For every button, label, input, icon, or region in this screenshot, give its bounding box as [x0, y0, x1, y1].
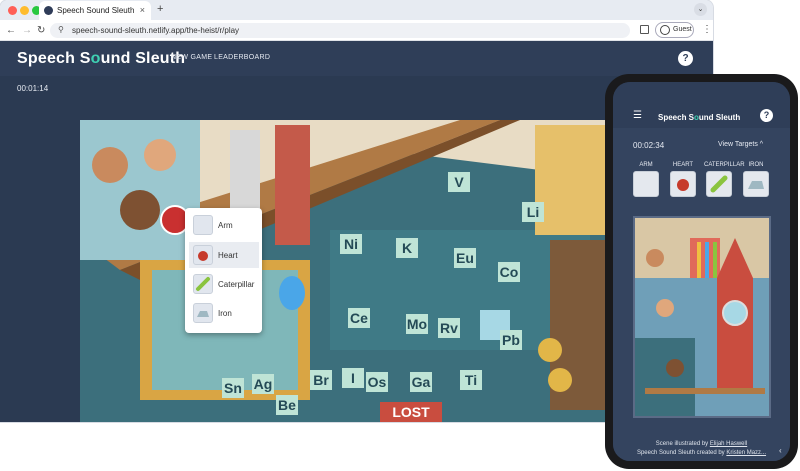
reload-icon[interactable]: ↻: [37, 25, 45, 36]
phone-game-timer: 00:02:34: [633, 141, 665, 150]
app-logo[interactable]: Speech Sound Sleuth: [17, 50, 185, 68]
popup-item-label: Caterpillar: [218, 280, 255, 289]
tile-text: I: [351, 370, 355, 386]
scene-illustration[interactable]: V Ni K Eu Co Li Ce Mo Rv Pb Sn Ag Br I O…: [80, 120, 620, 422]
arm-icon: [633, 171, 659, 197]
tab-close-icon[interactable]: ×: [140, 5, 145, 15]
caterpillar-icon: [193, 274, 213, 294]
tile-text: Co: [500, 264, 519, 280]
tab-title: Speech Sound Sleuth: [57, 6, 135, 15]
logo-text-start: Speech S: [658, 113, 695, 122]
phone-hidden-object-scene[interactable]: [633, 216, 771, 418]
tile-text: Ag: [254, 376, 273, 392]
app-header: Speech Sound Sleuth NEW GAME LEADERBOARD…: [0, 41, 713, 76]
side-panel-icon[interactable]: [640, 25, 649, 34]
tile-text: Mo: [407, 316, 427, 332]
phone-app-logo[interactable]: Speech Sound Sleuth: [658, 113, 740, 122]
logo-text-end: und Sleuth: [698, 113, 741, 122]
tile-text: Li: [527, 204, 539, 220]
phone-header: ☰ Speech Sound Sleuth ?: [613, 82, 790, 128]
heart-icon: [193, 245, 213, 265]
credit-creator-prefix: Speech Sound Sleuth created by: [636, 450, 727, 456]
profile-button[interactable]: Guest: [655, 22, 694, 38]
forward-icon[interactable]: →: [22, 25, 32, 36]
phone-scene-illustration[interactable]: [635, 218, 769, 416]
new-tab-button[interactable]: +: [157, 3, 163, 15]
tab-bar: Speech Sound Sleuth × + ⌄: [0, 0, 713, 20]
phone-help-button[interactable]: ?: [760, 109, 773, 122]
tile-text: Ni: [344, 236, 358, 252]
popup-item-label: Heart: [218, 251, 238, 260]
arm-icon: [193, 215, 213, 235]
popup-item-heart[interactable]: Heart: [189, 242, 259, 268]
popup-item-arm[interactable]: Arm: [189, 212, 259, 238]
tile-text: Br: [313, 372, 329, 388]
target-arm[interactable]: ARM: [631, 162, 661, 197]
profile-avatar-icon: [660, 25, 670, 35]
logo-text-start: Speech S: [17, 50, 91, 67]
tab-search-icon[interactable]: ⌄: [694, 3, 707, 16]
game-timer: 00:01:14: [17, 84, 49, 93]
nav-leaderboard[interactable]: LEADERBOARD: [214, 54, 270, 61]
site-info-icon[interactable]: ⚲: [58, 25, 64, 34]
tile-text: Eu: [456, 250, 474, 266]
tile-text: Rv: [440, 320, 458, 336]
tile-text: Ga: [412, 374, 431, 390]
tile-text: Ce: [350, 310, 368, 326]
address-bar: ← → ↻ ⚲ speech-sound-sleuth.netlify.app/…: [0, 20, 713, 41]
target-heart[interactable]: HEART: [668, 162, 698, 197]
target-label: IRON: [748, 162, 764, 168]
popup-item-caterpillar[interactable]: Caterpillar: [189, 271, 259, 297]
phone-game-body: 00:02:34 View Targets ^ ARM HEART CATERP…: [613, 128, 790, 461]
tile-text: Ti: [465, 372, 477, 388]
back-icon[interactable]: ←: [6, 25, 16, 36]
tile-text: Pb: [502, 332, 520, 348]
heart-icon: [670, 171, 696, 197]
target-caterpillar[interactable]: CATERPILLAR: [704, 162, 745, 197]
tile-text: V: [454, 174, 464, 190]
tile-text: LOST: [392, 404, 430, 420]
tile-text: Sn: [224, 380, 242, 396]
browser-menu-icon[interactable]: ⋮: [702, 24, 712, 35]
iron-icon: [743, 171, 769, 197]
url-text: speech-sound-sleuth.netlify.app/the-heis…: [72, 26, 240, 35]
close-window-button[interactable]: [8, 6, 17, 15]
popup-item-label: Arm: [218, 221, 233, 230]
site-favicon-icon: [44, 6, 53, 15]
view-targets-toggle[interactable]: View Targets ^: [718, 141, 763, 148]
phone-credits: Scene illustrated by Elijah Haswell Spee…: [613, 440, 790, 458]
target-label: ARM: [639, 162, 653, 168]
phone-screen: ☰ Speech Sound Sleuth ? 00:02:34 View Ta…: [613, 82, 790, 461]
target-label: HEART: [672, 162, 694, 168]
logo-magnifier-mark: o: [90, 50, 101, 67]
target-label: CATERPILLAR: [704, 162, 745, 168]
target-selection-popup: Arm Heart Caterpillar Iron: [185, 208, 262, 333]
popup-item-iron[interactable]: Iron: [189, 300, 259, 326]
tile-text: K: [402, 240, 412, 256]
help-button[interactable]: ?: [678, 51, 693, 66]
nav-new-game[interactable]: NEW GAME: [171, 54, 212, 61]
phone-mockup: ☰ Speech Sound Sleuth ? 00:02:34 View Ta…: [605, 74, 798, 469]
hidden-object-scene[interactable]: V Ni K Eu Co Li Ce Mo Rv Pb Sn Ag Br I O…: [80, 120, 620, 422]
creator-link[interactable]: Kristen Mazz...: [726, 450, 766, 456]
popup-item-label: Iron: [218, 309, 232, 318]
caterpillar-icon: [706, 171, 732, 197]
tile-text: Os: [368, 374, 387, 390]
url-field[interactable]: ⚲ speech-sound-sleuth.netlify.app/the-he…: [50, 23, 630, 38]
profile-label: Guest: [673, 26, 692, 33]
collapse-chevron-icon[interactable]: ‹: [779, 446, 782, 455]
illustrator-link[interactable]: Elijah Haswell: [710, 441, 747, 447]
hamburger-menu-icon[interactable]: ☰: [633, 110, 642, 121]
target-iron[interactable]: IRON: [741, 162, 771, 197]
browser-tab[interactable]: Speech Sound Sleuth ×: [39, 1, 151, 20]
credit-illustrator-prefix: Scene illustrated by: [655, 441, 710, 447]
minimize-window-button[interactable]: [20, 6, 29, 15]
tile-text: Be: [278, 397, 296, 413]
iron-icon: [193, 303, 213, 323]
